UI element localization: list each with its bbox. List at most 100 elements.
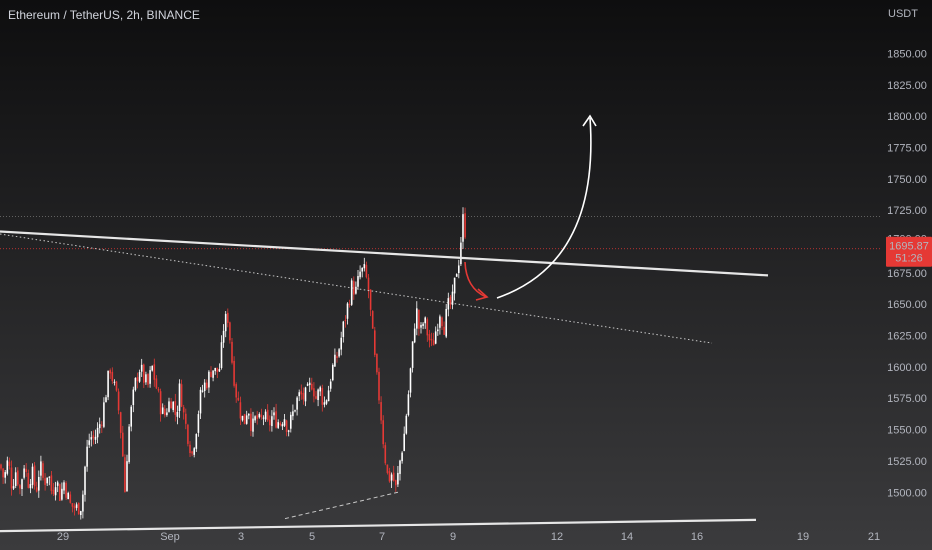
candle-up xyxy=(201,390,204,392)
candle-down xyxy=(313,388,315,397)
candle-up xyxy=(462,214,464,242)
candle-down xyxy=(384,445,387,464)
candle-up xyxy=(399,460,401,474)
candle-up xyxy=(292,411,294,417)
candle-up xyxy=(422,323,424,326)
candle-down xyxy=(180,384,183,407)
candle-down xyxy=(17,470,19,485)
candle-up xyxy=(245,415,248,424)
candle-up xyxy=(296,397,298,410)
candle-down xyxy=(69,494,72,503)
candle-up xyxy=(340,337,342,350)
candle-up xyxy=(80,511,82,516)
candle-down xyxy=(27,473,30,488)
x-tick-label: 29 xyxy=(57,531,69,543)
candle-up xyxy=(138,372,141,382)
candle-down xyxy=(0,464,2,469)
candle-down xyxy=(321,387,324,405)
y-tick-label: 1600.00 xyxy=(887,362,927,374)
candle-up xyxy=(96,427,99,438)
candle-up xyxy=(298,392,300,397)
candle-up xyxy=(67,492,69,500)
candle-up xyxy=(434,331,437,344)
y-tick-label: 1625.00 xyxy=(887,331,927,343)
candle-down xyxy=(386,464,389,473)
candle-up xyxy=(258,413,261,418)
candle-down xyxy=(382,420,384,445)
candle-down xyxy=(275,411,277,428)
y-tick-label: 1500.00 xyxy=(887,487,927,499)
candle-up xyxy=(29,484,32,489)
candle-down xyxy=(71,503,74,507)
candle-down xyxy=(371,311,374,329)
candle-up xyxy=(317,389,319,401)
candle-up xyxy=(319,387,321,392)
candle-down xyxy=(2,468,4,478)
candle-up xyxy=(105,397,107,403)
candle-up xyxy=(63,482,65,491)
candle-up xyxy=(264,411,267,420)
candle-down xyxy=(392,472,395,481)
candle-down xyxy=(227,312,229,323)
x-tick-label: 19 xyxy=(797,531,809,543)
candle-down xyxy=(189,444,191,454)
candle-down xyxy=(300,391,303,395)
candle-up xyxy=(84,466,86,495)
candle-up xyxy=(248,413,250,416)
candle-up xyxy=(220,342,223,368)
x-tick-label: 7 xyxy=(379,531,385,543)
candle-down xyxy=(101,424,103,426)
candle-up xyxy=(149,370,151,384)
candle-up xyxy=(306,384,309,386)
candle-up xyxy=(212,370,214,378)
candle-up xyxy=(168,401,170,412)
candle-up xyxy=(132,389,135,406)
candle-down xyxy=(77,502,80,515)
candle-down xyxy=(279,423,282,426)
candle-down xyxy=(147,374,149,385)
candle-up xyxy=(407,394,410,416)
candle-up xyxy=(107,370,109,398)
price-chart[interactable]: USDT 1500.00 1525.00 1550.00 1575.00 1600.00 1… xyxy=(0,0,932,550)
x-tick-label: 12 xyxy=(551,531,563,543)
candle-up xyxy=(327,390,330,402)
candle-down xyxy=(136,377,139,382)
candle-up xyxy=(329,381,332,389)
candle-up xyxy=(458,265,460,274)
candle-up xyxy=(166,412,168,416)
candle-up xyxy=(134,377,137,390)
candle-down xyxy=(235,384,237,398)
y-tick-label: 1850.00 xyxy=(887,49,927,61)
candle-down xyxy=(117,391,120,411)
candle-up xyxy=(214,367,216,372)
candle-down xyxy=(365,264,368,278)
candle-down xyxy=(237,397,240,401)
candle-up xyxy=(178,383,181,411)
candle-down xyxy=(369,289,372,310)
candle-up xyxy=(420,324,422,328)
chart-area[interactable]: USDT 1500.00 1525.00 1550.00 1575.00 1600.00 1… xyxy=(0,0,932,550)
candle-down xyxy=(443,326,445,335)
y-tick-label: 1725.00 xyxy=(887,205,927,217)
candle-up xyxy=(350,280,353,305)
candle-up xyxy=(439,316,441,328)
candle-up xyxy=(287,430,290,432)
candle-up xyxy=(40,461,42,476)
candle-down xyxy=(231,341,233,363)
candle-up xyxy=(401,452,403,462)
candle-down xyxy=(185,413,187,424)
candle-up xyxy=(325,400,328,404)
candle-up xyxy=(437,329,439,332)
candle-down xyxy=(464,213,466,238)
candle-down xyxy=(153,364,156,380)
candle-up xyxy=(413,328,416,343)
candle-down xyxy=(348,304,351,306)
candle-up xyxy=(38,476,40,491)
candle-up xyxy=(273,412,275,416)
candle-down xyxy=(157,389,160,391)
candle-down xyxy=(182,407,185,413)
candle-down xyxy=(269,419,271,426)
candle-down xyxy=(92,435,95,439)
candle-up xyxy=(308,382,311,386)
candle-down xyxy=(260,414,263,418)
